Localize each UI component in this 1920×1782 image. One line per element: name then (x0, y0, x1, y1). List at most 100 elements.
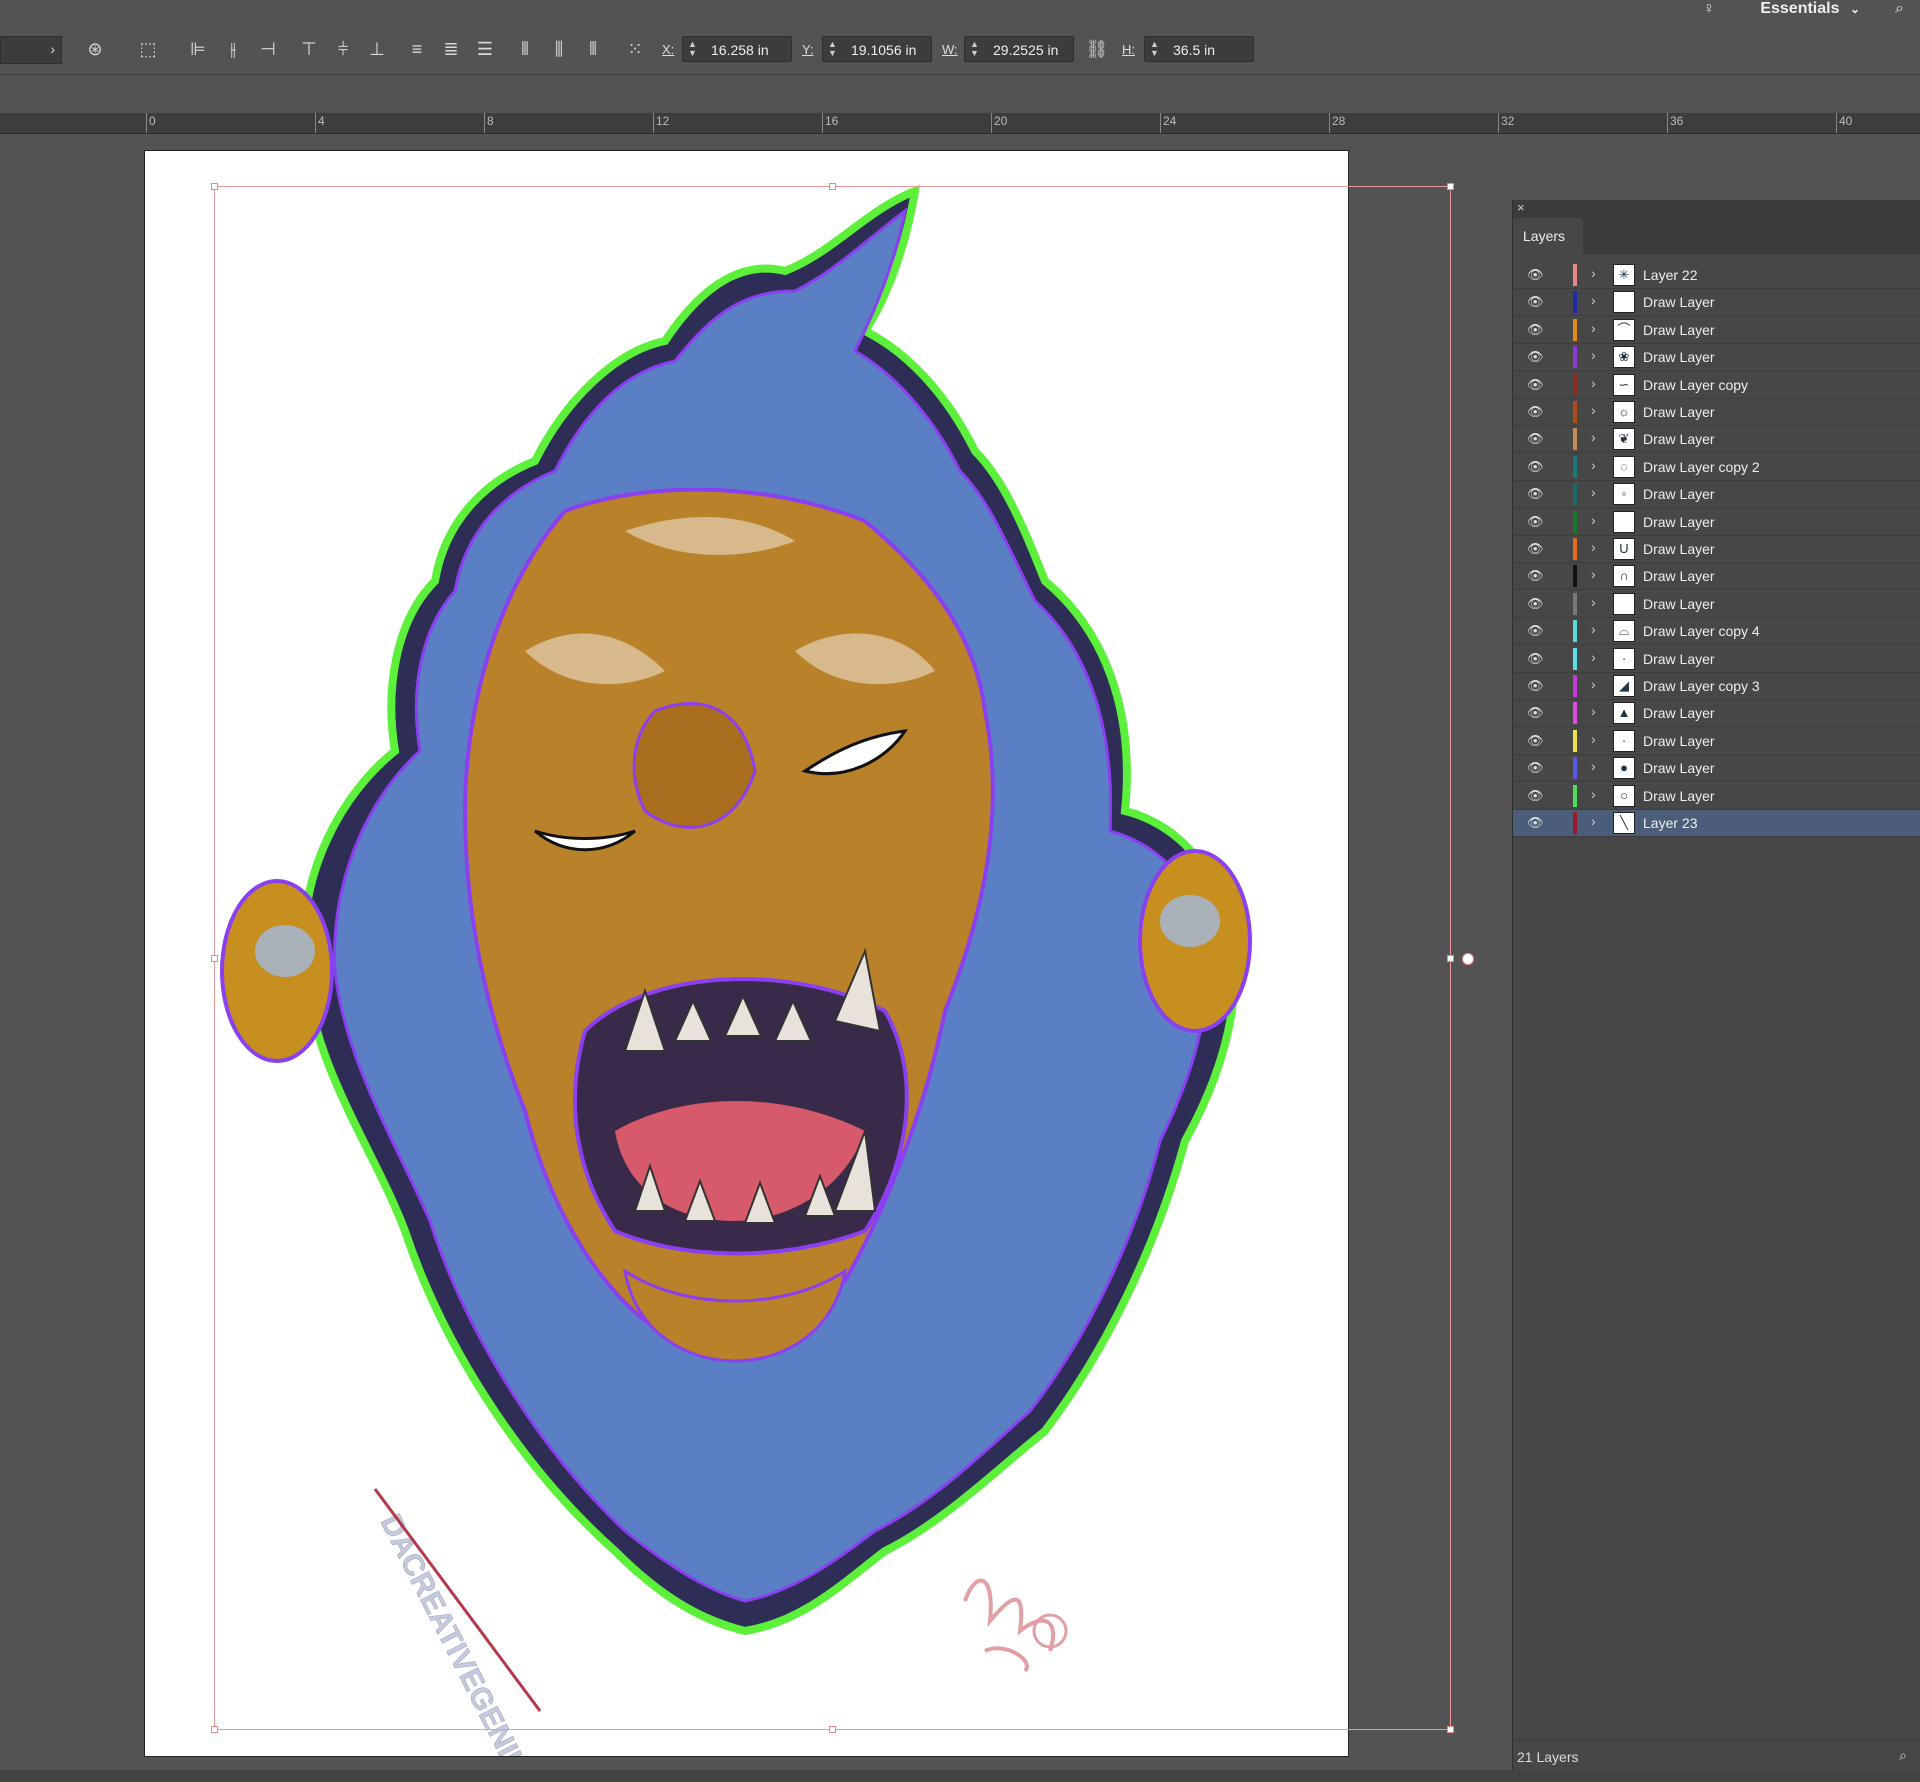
resize-handle[interactable] (211, 1726, 218, 1733)
layer-thumbnail[interactable]: ☼ (1613, 401, 1635, 423)
layer-row[interactable]: 👁 › ✳ Layer 22 (1513, 262, 1920, 289)
eye-icon[interactable]: 👁 (1527, 705, 1544, 721)
chevron-right-icon[interactable]: › (1591, 594, 1596, 610)
align-middle-v-icon[interactable]: ⫩ (330, 38, 356, 60)
eye-icon[interactable]: 👁 (1527, 514, 1544, 530)
close-icon[interactable]: × (1517, 200, 1525, 215)
layer-thumbnail[interactable]: ∩ (1613, 565, 1635, 588)
eye-icon[interactable]: 👁 (1527, 760, 1544, 776)
eye-icon[interactable]: 👁 (1527, 678, 1544, 694)
eye-icon[interactable]: 👁 (1527, 459, 1544, 475)
eye-icon[interactable]: 👁 (1527, 568, 1544, 584)
eye-icon[interactable]: 👁 (1527, 596, 1544, 612)
x-field[interactable]: ▲ ▼ 16.258 in (682, 36, 792, 62)
layer-row[interactable]: 👁 › ◢ Draw Layer copy 3 (1513, 673, 1920, 700)
layer-name[interactable]: Layer 22 (1643, 267, 1697, 283)
layer-name[interactable]: Draw Layer (1643, 596, 1715, 612)
reference-point-icon[interactable]: ⁙ (622, 38, 648, 60)
eye-icon[interactable]: 👁 (1527, 733, 1544, 749)
chevron-right-icon[interactable]: › (1591, 703, 1596, 719)
layer-row[interactable]: 👁 › ╲ Layer 23 (1513, 810, 1920, 837)
chevron-right-icon[interactable]: › (1591, 265, 1596, 281)
chevron-right-icon[interactable]: › (1591, 813, 1596, 829)
distribute-right-icon[interactable]: ⫴ (580, 38, 606, 60)
layer-thumbnail[interactable]: ⌓ (1613, 620, 1635, 643)
layer-row[interactable]: 👁 › ∩ Draw Layer (1513, 563, 1920, 591)
resize-handle[interactable] (211, 955, 218, 962)
chevron-right-icon[interactable]: › (1591, 731, 1596, 747)
chevron-right-icon[interactable]: › (1591, 566, 1596, 582)
eye-icon[interactable]: 👁 (1527, 486, 1544, 502)
chevron-right-icon[interactable]: › (1591, 347, 1596, 363)
layer-row[interactable]: 👁 › U Draw Layer (1513, 536, 1920, 563)
layer-row[interactable]: 👁 › Draw Layer (1513, 509, 1920, 536)
layer-thumbnail[interactable]: ◢ (1613, 675, 1635, 697)
resize-handle[interactable] (829, 1726, 836, 1733)
layer-row[interactable]: 👁 › · Draw Layer (1513, 646, 1920, 673)
eye-icon[interactable]: 👁 (1527, 788, 1544, 804)
horizontal-ruler[interactable]: 0 4 8 12 16 20 24 28 32 36 40 (0, 113, 1920, 134)
layer-thumbnail[interactable]: · (1613, 729, 1635, 752)
align-center-h-icon[interactable]: ⫲ (220, 38, 246, 60)
distribute-bottom-icon[interactable]: ☰ (472, 38, 498, 60)
layer-name[interactable]: Draw Layer copy 3 (1643, 678, 1760, 694)
layer-row[interactable]: 👁 › ● Draw Layer (1513, 755, 1920, 783)
layer-name[interactable]: Draw Layer (1643, 760, 1715, 776)
distribute-hcenter-icon[interactable]: ⫼ (546, 38, 572, 60)
layer-name[interactable]: Draw Layer (1643, 568, 1715, 584)
layer-row[interactable]: 👁 › Draw Layer (1513, 591, 1920, 618)
layer-thumbnail[interactable]: ∽ (1613, 373, 1635, 396)
selection-bounding-box[interactable] (211, 183, 1474, 1733)
stepper-icon[interactable]: ▲ ▼ (970, 40, 979, 58)
tab-layers[interactable]: Layers (1513, 218, 1583, 254)
select-options-icon[interactable]: ⬚ (135, 38, 161, 60)
eye-icon[interactable]: 👁 (1527, 815, 1544, 831)
layer-row[interactable]: 👁 › ∽ Draw Layer copy (1513, 372, 1920, 399)
recolor-icon[interactable]: ⊛ (82, 38, 108, 60)
workspace-switcher[interactable]: Essentials ⌄ (1760, 0, 1860, 18)
layer-name[interactable]: Draw Layer (1643, 322, 1715, 338)
stepper-icon[interactable]: ▲ ▼ (828, 40, 837, 58)
layer-name[interactable]: Draw Layer (1643, 651, 1715, 667)
layer-name[interactable]: Draw Layer (1643, 733, 1715, 749)
chevron-right-icon[interactable]: › (1591, 539, 1596, 555)
chevron-right-icon[interactable]: › (1591, 621, 1596, 637)
chevron-right-icon[interactable]: › (1591, 320, 1596, 336)
layer-row[interactable]: 👁 › ❦ Draw Layer (1513, 426, 1920, 454)
layer-name[interactable]: Draw Layer (1643, 788, 1715, 804)
layer-thumbnail[interactable]: ❀ (1613, 346, 1635, 369)
layer-name[interactable]: Draw Layer copy 2 (1643, 459, 1760, 475)
layer-name[interactable]: Draw Layer (1643, 705, 1715, 721)
eye-icon[interactable]: 👁 (1527, 349, 1544, 365)
layer-thumbnail[interactable]: U (1613, 538, 1635, 560)
width-field[interactable]: ▲ ▼ 29.2525 in (964, 36, 1074, 62)
layer-name[interactable]: Draw Layer copy (1643, 377, 1748, 393)
height-field[interactable]: ▲ ▼ 36.5 in (1144, 36, 1254, 62)
layer-name[interactable]: Draw Layer (1643, 541, 1715, 557)
layer-row[interactable]: 👁 › ❀ Draw Layer (1513, 344, 1920, 372)
layer-thumbnail[interactable] (1613, 592, 1635, 615)
layer-thumbnail[interactable]: ✳ (1613, 264, 1635, 286)
chevron-right-icon[interactable]: › (1591, 484, 1596, 500)
lightbulb-icon[interactable]: ♀ (1703, 0, 1715, 18)
layer-row[interactable]: 👁 › ◌ Draw Layer copy 2 (1513, 454, 1920, 481)
chevron-right-icon[interactable]: › (1591, 649, 1596, 665)
chevron-right-icon[interactable]: › (1591, 375, 1596, 391)
layer-thumbnail[interactable]: ⌒ (1613, 318, 1635, 341)
resize-handle[interactable] (1447, 183, 1454, 190)
layer-thumbnail[interactable] (1613, 291, 1635, 314)
layer-name[interactable]: Draw Layer (1643, 404, 1715, 420)
layer-thumbnail[interactable]: ◌ (1613, 455, 1635, 478)
align-left-icon[interactable]: ⊫ (185, 38, 211, 60)
layer-name[interactable]: Draw Layer (1643, 349, 1715, 365)
chevron-right-icon[interactable]: › (1591, 786, 1596, 802)
resize-handle[interactable] (211, 183, 218, 190)
layer-row[interactable]: 👁 › ○ Draw Layer (1513, 783, 1920, 810)
layer-thumbnail[interactable]: ▲ (1613, 702, 1635, 725)
layer-name[interactable]: Draw Layer (1643, 514, 1715, 530)
y-field[interactable]: ▲ ▼ 19.1056 in (822, 36, 932, 62)
eye-icon[interactable]: 👁 (1527, 377, 1544, 393)
layer-thumbnail[interactable]: · (1613, 647, 1635, 670)
layer-thumbnail[interactable]: ◦ (1613, 483, 1635, 506)
distribute-center-icon[interactable]: ≣ (438, 38, 464, 60)
